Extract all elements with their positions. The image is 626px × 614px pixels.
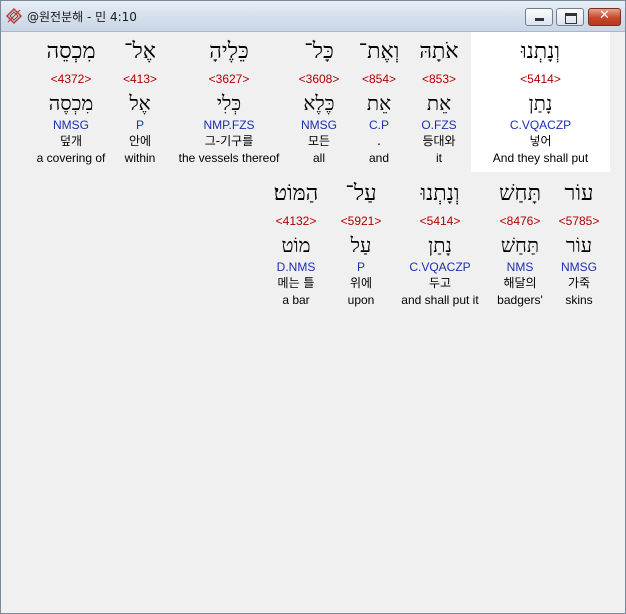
english-gloss: the vessels thereof bbox=[178, 151, 280, 165]
parsing-code[interactable]: NMSG bbox=[553, 259, 605, 275]
word-card[interactable]: כָּל־ <3608> כֶּלֶא NMSG 모든 all bbox=[291, 38, 347, 166]
app-logo-icon bbox=[5, 7, 23, 25]
english-gloss: a covering of bbox=[36, 151, 106, 165]
hebrew-word: עוֹר bbox=[564, 181, 594, 206]
lemma-word: מוֹט bbox=[281, 233, 311, 257]
korean-gloss: 등대와 bbox=[422, 134, 456, 148]
hebrew-word: וְנָתְנוּ bbox=[420, 181, 460, 206]
maximize-icon bbox=[565, 13, 577, 24]
analysis-pane: וְנָתְנוּ <5414> נָתַן C.VQACZP 넣어 And t… bbox=[1, 32, 625, 613]
hebrew-word: תָּחַשׁ bbox=[498, 181, 541, 206]
korean-gloss: 메는 틀 bbox=[277, 276, 315, 290]
parsing-code[interactable]: P bbox=[115, 117, 165, 133]
english-gloss: and shall put it bbox=[401, 293, 479, 307]
lemma-word: עַל bbox=[350, 233, 372, 257]
word-card[interactable]: הַמּוֹט׃ <4132> מוֹט D.NMS 메는 틀 a bar bbox=[263, 180, 329, 308]
english-gloss: a bar bbox=[282, 293, 310, 307]
strong-number[interactable]: <853> bbox=[409, 70, 469, 88]
english-gloss: it bbox=[436, 151, 442, 165]
korean-gloss: 덮개 bbox=[59, 134, 83, 148]
strong-number[interactable]: <4132> bbox=[263, 212, 329, 230]
parsing-code[interactable]: NMSG bbox=[31, 117, 111, 133]
english-gloss: within bbox=[124, 151, 156, 165]
korean-gloss: 그-기구를 bbox=[204, 134, 254, 148]
hebrew-word: כֵּלֶיהָ bbox=[209, 39, 249, 64]
parsing-code[interactable]: P bbox=[333, 259, 389, 275]
korean-gloss: 해달의 bbox=[503, 276, 537, 290]
parsing-code[interactable]: NMP.FZS bbox=[171, 117, 287, 133]
english-gloss: and bbox=[368, 151, 390, 165]
strong-number[interactable]: <3627> bbox=[171, 70, 287, 88]
korean-gloss: 위에 bbox=[349, 276, 373, 290]
korean-gloss: 넣어 bbox=[529, 134, 552, 148]
minimize-button[interactable] bbox=[525, 8, 553, 26]
korean-gloss: 모든 bbox=[307, 134, 331, 148]
title-bar[interactable]: @원전분해 - 민 4:10 ✕ bbox=[1, 1, 625, 32]
strong-number[interactable]: <854> bbox=[351, 70, 407, 88]
minimize-icon bbox=[535, 18, 544, 21]
hebrew-word: אֹתָהּ bbox=[419, 39, 459, 64]
english-gloss: all bbox=[312, 151, 325, 165]
lemma-word: מִכְסֶה bbox=[48, 91, 94, 115]
word-card[interactable]: וְנָתְנוּ <5414> נָתַן C.VQACZP 넣어 And t… bbox=[471, 38, 610, 166]
strong-number[interactable]: <8476> bbox=[491, 212, 549, 230]
korean-gloss: 가죽 bbox=[567, 276, 591, 290]
parsing-code[interactable]: O.FZS bbox=[409, 117, 469, 133]
hebrew-word: מִכְסֵה bbox=[46, 39, 96, 64]
korean-gloss: 두고 bbox=[428, 276, 452, 290]
parsing-code[interactable]: D.NMS bbox=[263, 259, 329, 275]
parsing-code[interactable]: C.VQACZP bbox=[393, 259, 487, 275]
strong-number[interactable]: <5414> bbox=[393, 212, 487, 230]
english-gloss: upon bbox=[347, 293, 375, 307]
window-title: @원전분해 - 민 4:10 bbox=[27, 10, 137, 24]
hebrew-word: עַל־ bbox=[345, 181, 377, 206]
hebrew-word: כָּל־ bbox=[304, 39, 334, 64]
english-gloss: badgers' bbox=[497, 293, 543, 307]
lemma-word: תַּחַשׁ bbox=[500, 233, 540, 257]
hebrew-word: וְאֶת־ bbox=[358, 39, 400, 64]
lemma-word: אֵת bbox=[426, 91, 452, 115]
strong-number[interactable]: <4372> bbox=[31, 70, 111, 88]
app-window: @원전분해 - 민 4:10 ✕ וְנָתְנוּ <5414> נָתַן … bbox=[0, 0, 626, 614]
parsing-code[interactable]: NMSG bbox=[291, 117, 347, 133]
lemma-word: כֶּלֶא bbox=[303, 91, 335, 115]
lemma-word: נָתַן bbox=[528, 91, 553, 115]
lemma-word: אֶל bbox=[129, 91, 151, 115]
word-card[interactable]: מִכְסֵה <4372> מִכְסֶה NMSG 덮개 a coverin… bbox=[31, 38, 111, 166]
parsing-code[interactable]: NMS bbox=[491, 259, 549, 275]
word-card[interactable]: עַל־ <5921> עַל P 위에 upon bbox=[333, 180, 389, 308]
english-gloss: And they shall put bbox=[492, 151, 589, 165]
word-card[interactable]: וְאֶת־ <854> אֵת C.P . and bbox=[351, 38, 407, 166]
word-card[interactable]: אֶל־ <413> אֶל P 안에 within bbox=[115, 38, 165, 166]
korean-gloss: . bbox=[377, 134, 381, 148]
maximize-button[interactable] bbox=[556, 8, 584, 26]
strong-number[interactable]: <413> bbox=[115, 70, 165, 88]
word-card[interactable]: תָּחַשׁ <8476> תַּחַשׁ NMS 해달의 badgers' bbox=[491, 180, 549, 308]
hebrew-word: אֶל־ bbox=[124, 39, 156, 64]
strong-number[interactable]: <3608> bbox=[291, 70, 347, 88]
word-card[interactable]: כֵּלֶיהָ <3627> כְּלִי NMP.FZS 그-기구를 the… bbox=[171, 38, 287, 166]
close-icon: ✕ bbox=[599, 8, 610, 23]
strong-number[interactable]: <5785> bbox=[553, 212, 605, 230]
hebrew-word: וְנָתְנוּ bbox=[521, 39, 560, 64]
strong-number[interactable]: <5414> bbox=[471, 70, 610, 88]
parsing-code[interactable]: C.P bbox=[351, 117, 407, 133]
parsing-code[interactable]: C.VQACZP bbox=[471, 117, 610, 133]
korean-gloss: 안에 bbox=[128, 134, 152, 148]
word-card[interactable]: וְנָתְנוּ <5414> נָתַן C.VQACZP 두고 and s… bbox=[393, 180, 487, 308]
hebrew-word: הַמּוֹט׃ bbox=[273, 181, 319, 206]
lemma-word: כְּלִי bbox=[216, 91, 242, 115]
word-card[interactable]: אֹתָהּ <853> אֵת O.FZS 등대와 it bbox=[409, 38, 469, 166]
lemma-word: אֵת bbox=[366, 91, 392, 115]
word-card[interactable]: עוֹר <5785> עוֹר NMSG 가죽 skins bbox=[553, 180, 605, 308]
strong-number[interactable]: <5921> bbox=[333, 212, 389, 230]
lemma-word: עוֹר bbox=[565, 233, 593, 257]
lemma-word: נָתַן bbox=[428, 233, 452, 257]
english-gloss: skins bbox=[565, 293, 593, 307]
close-button[interactable]: ✕ bbox=[588, 8, 621, 26]
